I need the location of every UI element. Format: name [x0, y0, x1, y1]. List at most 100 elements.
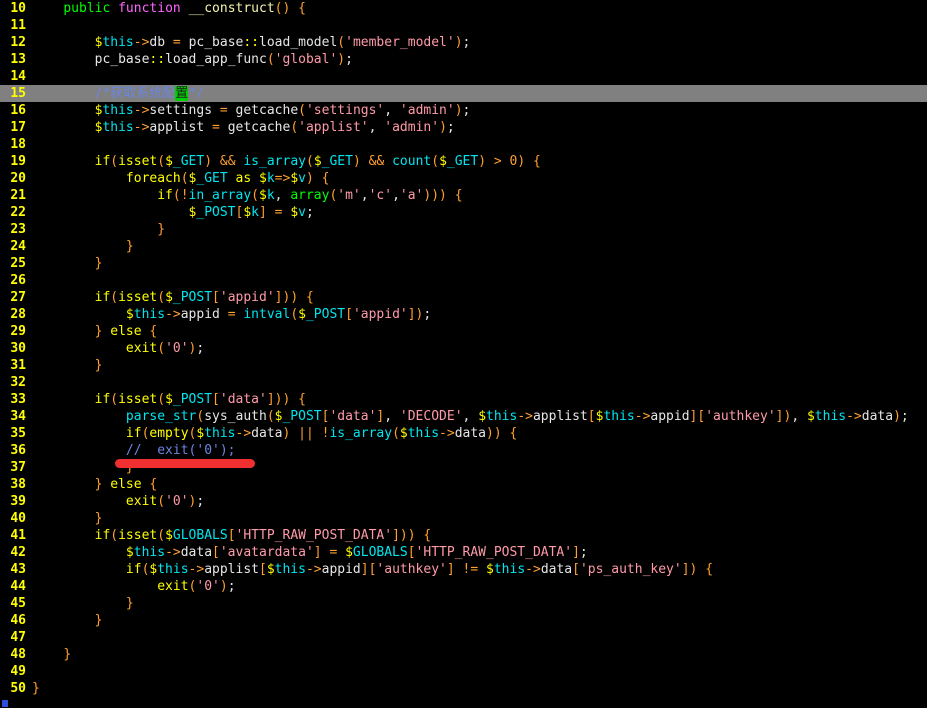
line-number: 22	[10, 205, 26, 220]
code-line[interactable]: 12 $this->db = pc_base::load_model('memb…	[0, 34, 927, 51]
code-line[interactable]: 19 if(isset($_GET) && is_array($_GET) &&…	[0, 153, 927, 170]
line-number: 37	[10, 460, 26, 475]
code-line[interactable]: 36 // exit('0');	[0, 442, 927, 459]
line-content: $this->applist = getcache('applist', 'ad…	[94, 120, 455, 135]
line-number: 19	[10, 154, 26, 169]
line-content: } else {	[94, 324, 158, 339]
line-number: 18	[10, 137, 26, 152]
code-line[interactable]: 17 $this->applist = getcache('applist', …	[0, 119, 927, 136]
line-number: 49	[10, 664, 26, 679]
line-content: }	[94, 256, 103, 271]
line-content: $_POST[$k] = $v;	[188, 205, 314, 220]
editor-caret	[2, 700, 8, 707]
line-content: }	[125, 596, 134, 611]
line-number: 27	[10, 290, 26, 305]
code-line[interactable]: 16 $this->settings = getcache('settings'…	[0, 102, 927, 119]
code-line[interactable]: 35 if(empty($this->data) || !is_array($t…	[0, 425, 927, 442]
line-number: 41	[10, 528, 26, 543]
code-line-current[interactable]: 15 /*获取系统配置*/	[0, 85, 927, 102]
code-line[interactable]: 31 }	[0, 357, 927, 374]
code-line[interactable]: 20 foreach($_GET as $k=>$v) {	[0, 170, 927, 187]
line-number: 14	[10, 69, 26, 84]
code-line[interactable]: 22 $_POST[$k] = $v;	[0, 204, 927, 221]
line-number: 30	[10, 341, 26, 356]
line-number: 23	[10, 222, 26, 237]
code-line[interactable]: 13 pc_base::load_app_func('global');	[0, 51, 927, 68]
line-number: 38	[10, 477, 26, 492]
line-content: public function __construct() {	[63, 1, 306, 16]
comment-text: 获取系统配	[110, 86, 176, 101]
line-number: 48	[10, 647, 26, 662]
red-annotation-stroke	[115, 459, 255, 468]
code-editor-viewport[interactable]: 10 public function __construct() { 11 12…	[0, 0, 927, 708]
code-line[interactable]: 47	[0, 629, 927, 646]
line-content: if(isset($_POST['appid'])) {	[94, 290, 314, 305]
line-number: 17	[10, 120, 26, 135]
code-line[interactable]: 26	[0, 272, 927, 289]
code-line[interactable]: 30 exit('0');	[0, 340, 927, 357]
line-number: 43	[10, 562, 26, 577]
code-line[interactable]: 43 if($this->applist[$this->appid]['auth…	[0, 561, 927, 578]
code-line[interactable]: 38 } else {	[0, 476, 927, 493]
line-content: exit('0');	[157, 579, 236, 594]
line-content: if(isset($_GET) && is_array($_GET) && co…	[94, 154, 541, 169]
line-number: 21	[10, 188, 26, 203]
code-line[interactable]: 27 if(isset($_POST['appid'])) {	[0, 289, 927, 306]
code-line[interactable]: 41 if(isset($GLOBALS['HTTP_RAW_POST_DATA…	[0, 527, 927, 544]
line-content: }	[32, 681, 40, 696]
comment-suffix: */	[188, 86, 204, 101]
code-line[interactable]: 10 public function __construct() {	[0, 0, 927, 17]
line-content: if(empty($this->data) || !is_array($this…	[125, 426, 518, 441]
line-content: if(isset($_POST['data'])) {	[94, 392, 306, 407]
line-content: $this->data['avatardata'] = $GLOBALS['HT…	[125, 545, 588, 560]
line-content: }	[94, 511, 103, 526]
line-content: }	[94, 358, 103, 373]
line-number: 26	[10, 273, 26, 288]
code-line[interactable]: 18	[0, 136, 927, 153]
code-line[interactable]: 25 }	[0, 255, 927, 272]
line-number: 32	[10, 375, 26, 390]
line-content: if($this->applist[$this->appid]['authkey…	[125, 562, 714, 577]
code-line[interactable]: 44 exit('0');	[0, 578, 927, 595]
line-number: 13	[10, 52, 26, 67]
code-line[interactable]: 46 }	[0, 612, 927, 629]
code-line[interactable]: 50 }	[0, 680, 927, 697]
code-line[interactable]: 29 } else {	[0, 323, 927, 340]
line-number: 10	[10, 1, 26, 16]
code-line[interactable]: 39 exit('0');	[0, 493, 927, 510]
line-number: 35	[10, 426, 26, 441]
code-line[interactable]: 42 $this->data['avatardata'] = $GLOBALS[…	[0, 544, 927, 561]
line-number: 47	[10, 630, 26, 645]
line-content: exit('0');	[125, 341, 205, 356]
line-content: foreach($_GET as $k=>$v) {	[125, 171, 330, 186]
code-line[interactable]: 24 }	[0, 238, 927, 255]
line-number: 12	[10, 35, 26, 50]
line-number: 20	[10, 171, 26, 186]
code-line[interactable]: 45 }	[0, 595, 927, 612]
line-content: } else {	[94, 477, 158, 492]
code-line[interactable]: 14	[0, 68, 927, 85]
code-line[interactable]: 21 if(!in_array($k, array('m','c','a')))…	[0, 187, 927, 204]
line-content: if(!in_array($k, array('m','c','a'))) {	[157, 188, 463, 203]
code-line[interactable]: 23 }	[0, 221, 927, 238]
line-number: 28	[10, 307, 26, 322]
line-number: 16	[10, 103, 26, 118]
line-number: 29	[10, 324, 26, 339]
code-line[interactable]: 48 }	[0, 646, 927, 663]
line-number: 33	[10, 392, 26, 407]
comment-prefix: /*	[94, 86, 111, 101]
line-number: 50	[10, 681, 26, 696]
line-content: if(isset($GLOBALS['HTTP_RAW_POST_DATA'])…	[94, 528, 432, 543]
line-number: 34	[10, 409, 26, 424]
line-number: 44	[10, 579, 26, 594]
code-line[interactable]: 11	[0, 17, 927, 34]
code-line[interactable]: 33 if(isset($_POST['data'])) {	[0, 391, 927, 408]
code-line[interactable]: 34 parse_str(sys_auth($_POST['data'], 'D…	[0, 408, 927, 425]
code-line[interactable]: 32	[0, 374, 927, 391]
code-line[interactable]: 28 $this->appid = intval($_POST['appid']…	[0, 306, 927, 323]
line-content: // exit('0');	[125, 443, 236, 458]
line-number: 25	[10, 256, 26, 271]
code-line[interactable]: 40 }	[0, 510, 927, 527]
line-number: 40	[10, 511, 26, 526]
code-line[interactable]: 49	[0, 663, 927, 680]
